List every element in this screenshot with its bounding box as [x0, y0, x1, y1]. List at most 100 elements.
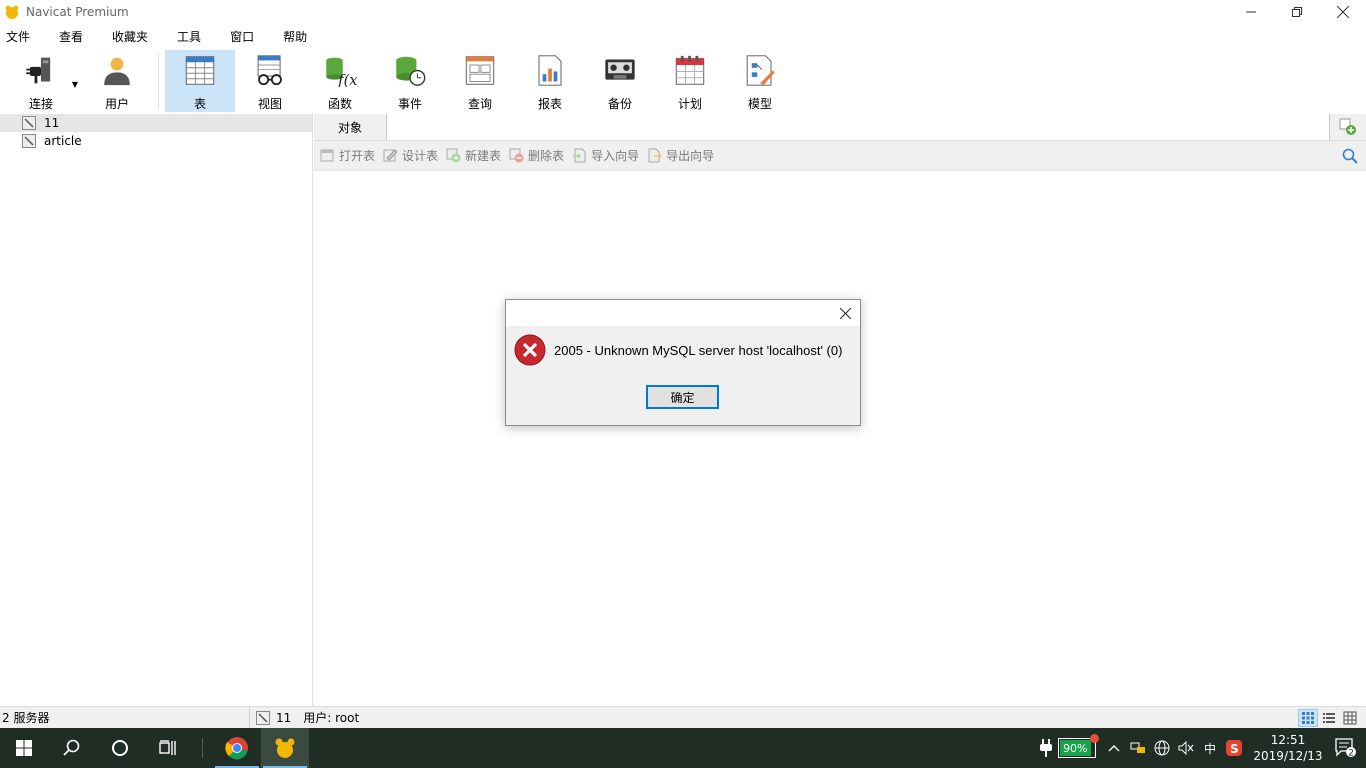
grid-view-icon: [1302, 712, 1314, 724]
svg-text:S: S: [1230, 742, 1239, 756]
status-bar: 2 服务器 11 用户: root: [0, 706, 1366, 728]
menu-view[interactable]: 查看: [53, 28, 96, 45]
navicat-taskbar-button[interactable]: [261, 728, 309, 768]
report-chart-icon: [538, 55, 562, 86]
main-toolbar: 连接 ▼ 用户 表 视图 f(x) 函数: [0, 48, 1366, 114]
delete-table-label: 删除表: [528, 149, 565, 163]
start-button[interactable]: [0, 728, 48, 768]
menu-bar: 文件 查看 收藏夹 工具 窗口 帮助: [0, 25, 1366, 47]
menu-favorites[interactable]: 收藏夹: [106, 28, 161, 45]
mysql-connection-icon: [256, 710, 270, 725]
new-table-label: 新建表: [465, 149, 502, 163]
open-table-label: 打开表: [339, 149, 376, 163]
taskbar-separator: [202, 738, 203, 758]
new-table-button[interactable]: 新建表: [446, 147, 501, 164]
function-button[interactable]: f(x) 函数: [305, 50, 375, 112]
battery-box: 90%: [1058, 734, 1099, 758]
export-wizard-button[interactable]: 导出向导: [647, 147, 714, 164]
cortana-circle-icon: [112, 740, 128, 756]
error-icon: [514, 334, 546, 366]
close-button[interactable]: [1320, 0, 1366, 24]
detail-view-button[interactable]: [1340, 709, 1360, 727]
navicat-logo-icon: [275, 738, 295, 758]
view-glasses-icon: [257, 55, 282, 86]
object-toolbar: 打开表 设计表 新建表 删除表 导入向导 导出向导: [314, 141, 1366, 171]
task-view-button[interactable]: [144, 728, 192, 768]
chrome-taskbar-button[interactable]: [213, 728, 261, 768]
design-table-icon: [383, 149, 398, 162]
connect-button[interactable]: 连接 ▼: [6, 50, 78, 112]
calendar-icon: [675, 55, 705, 85]
import-icon: [573, 148, 586, 163]
user-label: 用户: [104, 97, 129, 111]
dialog-message: 2005 - Unknown MySQL server host 'localh…: [554, 342, 843, 358]
clock-time: 12:51: [1270, 733, 1306, 747]
chrome-icon: [225, 737, 248, 760]
menu-tools[interactable]: 工具: [171, 28, 214, 45]
search-button[interactable]: [48, 728, 96, 768]
status-connection: 11 用户: root: [250, 709, 359, 726]
view-button[interactable]: 视图: [235, 50, 305, 112]
chevron-down-icon[interactable]: ▼: [72, 80, 78, 89]
restore-button[interactable]: [1274, 0, 1320, 24]
model-label: 模型: [747, 97, 772, 111]
power-plug-icon[interactable]: [1034, 728, 1058, 768]
import-wizard-button[interactable]: 导入向导: [572, 147, 639, 164]
backup-button[interactable]: 备份: [585, 50, 655, 112]
cortana-button[interactable]: [96, 728, 144, 768]
navicat-logo-icon: [5, 5, 19, 19]
new-tab-icon: [1339, 118, 1356, 135]
ok-button[interactable]: 确定: [646, 385, 719, 409]
event-label: 事件: [397, 97, 422, 111]
model-button[interactable]: 模型: [725, 50, 795, 112]
globe-tray-icon[interactable]: [1150, 728, 1174, 768]
clock[interactable]: 12:51 2019/12/13: [1250, 732, 1326, 764]
network-icon: [1130, 742, 1145, 753]
sogou-input-icon[interactable]: S: [1222, 728, 1246, 768]
report-button[interactable]: 报表: [515, 50, 585, 112]
delete-table-button[interactable]: 删除表: [509, 147, 564, 164]
menu-file[interactable]: 文件: [0, 28, 43, 45]
list-view-icon: [1323, 713, 1335, 723]
sogou-icon: S: [1226, 740, 1242, 756]
chevron-up-icon[interactable]: [1102, 728, 1126, 768]
minimize-icon: [1246, 11, 1256, 13]
tree-connection-11[interactable]: 11: [0, 114, 312, 132]
network-tray-icon[interactable]: [1126, 728, 1150, 768]
volume-tray-icon[interactable]: [1174, 728, 1198, 768]
table-label: 表: [193, 97, 206, 111]
dialog-close-button[interactable]: [836, 304, 854, 322]
tree-item-label: 11: [44, 116, 60, 130]
volume-muted-icon: [1178, 741, 1194, 755]
minimize-button[interactable]: [1228, 0, 1274, 24]
schedule-button[interactable]: 计划: [655, 50, 725, 112]
tree-connection-article[interactable]: article: [0, 132, 312, 150]
open-table-icon: [320, 149, 334, 162]
status-connection-name: 11: [276, 710, 292, 725]
user-button[interactable]: 用户: [82, 50, 152, 112]
dialog-body: 2005 - Unknown MySQL server host 'localh…: [506, 326, 860, 366]
ime-indicator[interactable]: 中: [1198, 728, 1222, 768]
menu-help[interactable]: 帮助: [277, 28, 320, 45]
menu-window[interactable]: 窗口: [224, 28, 267, 45]
query-button[interactable]: 查询: [445, 50, 515, 112]
grid-view-button[interactable]: [1298, 709, 1318, 727]
search-icon: [63, 739, 80, 756]
open-table-button[interactable]: 打开表: [320, 147, 375, 164]
event-clock-icon: [396, 56, 426, 86]
system-tray: 90% 中 S 12:51 2019/12/13 2: [1034, 728, 1366, 768]
detail-view-icon: [1343, 711, 1357, 725]
backup-tape-icon: [605, 59, 635, 80]
import-wizard-label: 导入向导: [591, 149, 640, 163]
list-view-button[interactable]: [1319, 709, 1339, 727]
tab-objects[interactable]: 对象: [314, 114, 386, 140]
design-table-button[interactable]: 设计表: [383, 147, 438, 164]
event-button[interactable]: 事件: [375, 50, 445, 112]
search-icon[interactable]: [1342, 148, 1358, 164]
action-center-button[interactable]: 2: [1326, 728, 1366, 768]
new-tab-button[interactable]: [1330, 114, 1366, 140]
notification-count: 2: [1348, 749, 1354, 759]
view-mode-switcher: [1297, 709, 1360, 727]
battery-indicator[interactable]: 90%: [1058, 734, 1099, 758]
table-button[interactable]: 表: [165, 50, 235, 112]
